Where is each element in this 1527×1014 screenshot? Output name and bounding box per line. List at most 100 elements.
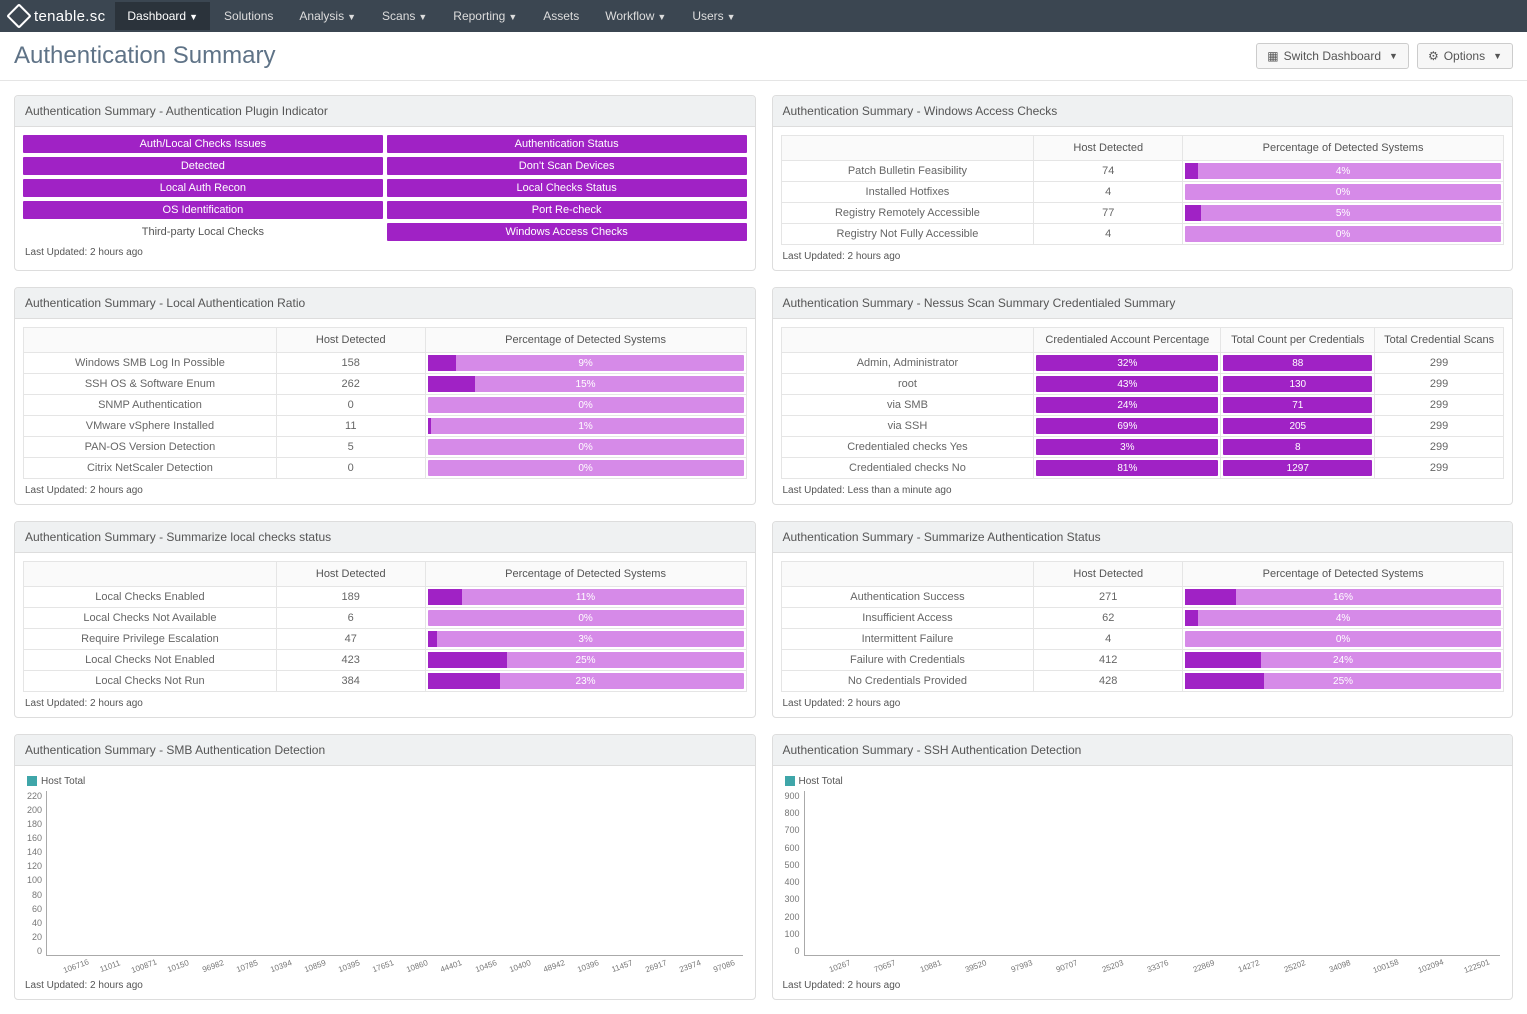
brand-logo[interactable]: tenable.sc [10,7,105,25]
row-label: PAN-OS Version Detection [24,437,277,458]
indicator-pill[interactable]: Local Checks Status [387,179,747,197]
switch-dashboard-button[interactable]: ▦ Switch Dashboard ▼ [1256,43,1409,69]
indicator-pill[interactable]: OS Identification [23,201,383,219]
panel-title: Authentication Summary - SMB Authenticat… [15,735,755,766]
table-row: Registry Remotely Accessible 77 5% [781,203,1504,224]
chevron-down-icon: ▼ [1493,51,1502,61]
panel-auth-status: Authentication Summary - Summarize Authe… [772,521,1514,718]
panel-title: Authentication Summary - Authentication … [15,96,755,127]
x-tick-label: 10395 [333,957,365,976]
table-row: Intermittent Failure 4 0% [781,629,1504,650]
pct-bar: 4% [1183,161,1504,182]
total-count: 130 [1223,376,1372,392]
chevron-down-icon: ▼ [418,12,427,22]
row-label: Local Checks Not Run [24,671,277,692]
x-tick-label: 97086 [708,957,740,976]
indicator-pill[interactable]: Third-party Local Checks [23,223,383,241]
cred-pct: 3% [1036,439,1218,455]
pct-bar: 1% [425,416,746,437]
row-label: Local Checks Not Available [24,608,277,629]
row-label: Windows SMB Log In Possible [24,353,277,374]
table-row: Authentication Success 271 16% [781,587,1504,608]
panel-plugin-indicator: Authentication Summary - Authentication … [14,95,756,271]
nav-analysis[interactable]: Analysis▼ [287,2,368,30]
row-label: root [781,374,1034,395]
nav-assets[interactable]: Assets [531,2,591,30]
host-count: 262 [276,374,425,395]
nav-dashboard[interactable]: Dashboard▼ [115,2,210,30]
indicator-pill[interactable]: Windows Access Checks [387,223,747,241]
panel-ssh-chart: Authentication Summary - SSH Authenticat… [772,734,1514,1000]
pct-bar: 0% [425,608,746,629]
host-count: 5 [276,437,425,458]
nav-users[interactable]: Users▼ [680,2,747,30]
nav-items: Dashboard▼SolutionsAnalysis▼Scans▼Report… [115,2,747,30]
host-count: 0 [276,458,425,479]
total-scans: 299 [1375,416,1504,437]
indicator-pill[interactable]: Local Auth Recon [23,179,383,197]
panel-title: Authentication Summary - Nessus Scan Sum… [773,288,1513,319]
indicator-pill[interactable]: Auth/Local Checks Issues [23,135,383,153]
indicator-pill[interactable]: Detected [23,157,383,175]
page-title: Authentication Summary [14,42,275,70]
x-tick-label: 100871 [128,957,160,976]
nav-workflow[interactable]: Workflow▼ [593,2,678,30]
panel-windows-access: Authentication Summary - Windows Access … [772,95,1514,271]
pct-bar: 25% [425,650,746,671]
x-tick-label: 106716 [60,957,92,976]
total-scans: 299 [1375,437,1504,458]
table-row: root 43% 130 299 [781,374,1504,395]
nav-scans[interactable]: Scans▼ [370,2,439,30]
panel-local-checks: Authentication Summary - Summarize local… [14,521,756,718]
x-tick-label: 10860 [401,957,433,976]
row-label: Require Privilege Escalation [24,629,277,650]
pct-bar: 24% [1183,650,1504,671]
last-updated: Last Updated: 2 hours ago [23,692,747,709]
table-row: Insufficient Access 62 4% [781,608,1504,629]
row-label: Authentication Success [781,587,1034,608]
host-count: 384 [276,671,425,692]
chevron-down-icon: ▼ [189,12,198,22]
host-count: 4 [1034,224,1183,245]
total-scans: 299 [1375,395,1504,416]
nav-solutions[interactable]: Solutions [212,2,285,30]
last-updated: Last Updated: 2 hours ago [781,245,1505,262]
host-count: 74 [1034,161,1183,182]
last-updated: Last Updated: 2 hours ago [781,692,1505,709]
table-row: Require Privilege Escalation 47 3% [24,629,747,650]
table-row: via SSH 69% 205 299 [781,416,1504,437]
brand-text: tenable.sc [34,8,105,25]
grid-icon: ▦ [1267,49,1278,63]
total-count: 1297 [1223,460,1372,476]
table-row: Credentialed checks Yes 3% 8 299 [781,437,1504,458]
table-row: Registry Not Fully Accessible 4 0% [781,224,1504,245]
chevron-down-icon: ▼ [727,12,736,22]
host-count: 77 [1034,203,1183,224]
chevron-down-icon: ▼ [1389,51,1398,61]
pct-bar: 16% [1183,587,1504,608]
panel-title: Authentication Summary - SSH Authenticat… [773,735,1513,766]
smb-bar-chart: Host Total 22020018016014012010080604020… [23,774,747,974]
last-updated: Last Updated: Less than a minute ago [781,479,1505,496]
host-count: 62 [1034,608,1183,629]
pct-bar: 25% [1183,671,1504,692]
indicator-pill[interactable]: Port Re-check [387,201,747,219]
page-header: Authentication Summary ▦ Switch Dashboar… [0,32,1527,81]
host-count: 271 [1034,587,1183,608]
host-count: 428 [1034,671,1183,692]
indicator-pill[interactable]: Don't Scan Devices [387,157,747,175]
x-tick-label: 17651 [367,957,399,976]
y-axis: 220200180160140120100806040200 [27,791,46,956]
options-button[interactable]: ⚙ Options ▼ [1417,43,1513,69]
chart-legend: Host Total [785,776,1501,787]
row-label: Insufficient Access [781,608,1034,629]
panel-title: Authentication Summary - Local Authentic… [15,288,755,319]
row-label: Registry Remotely Accessible [781,203,1034,224]
table-row: SNMP Authentication 0 0% [24,395,747,416]
table-row: No Credentials Provided 428 25% [781,671,1504,692]
panel-title: Authentication Summary - Summarize Authe… [773,522,1513,553]
x-tick-label: 96982 [196,957,228,976]
host-count: 6 [276,608,425,629]
nav-reporting[interactable]: Reporting▼ [441,2,529,30]
indicator-pill[interactable]: Authentication Status [387,135,747,153]
